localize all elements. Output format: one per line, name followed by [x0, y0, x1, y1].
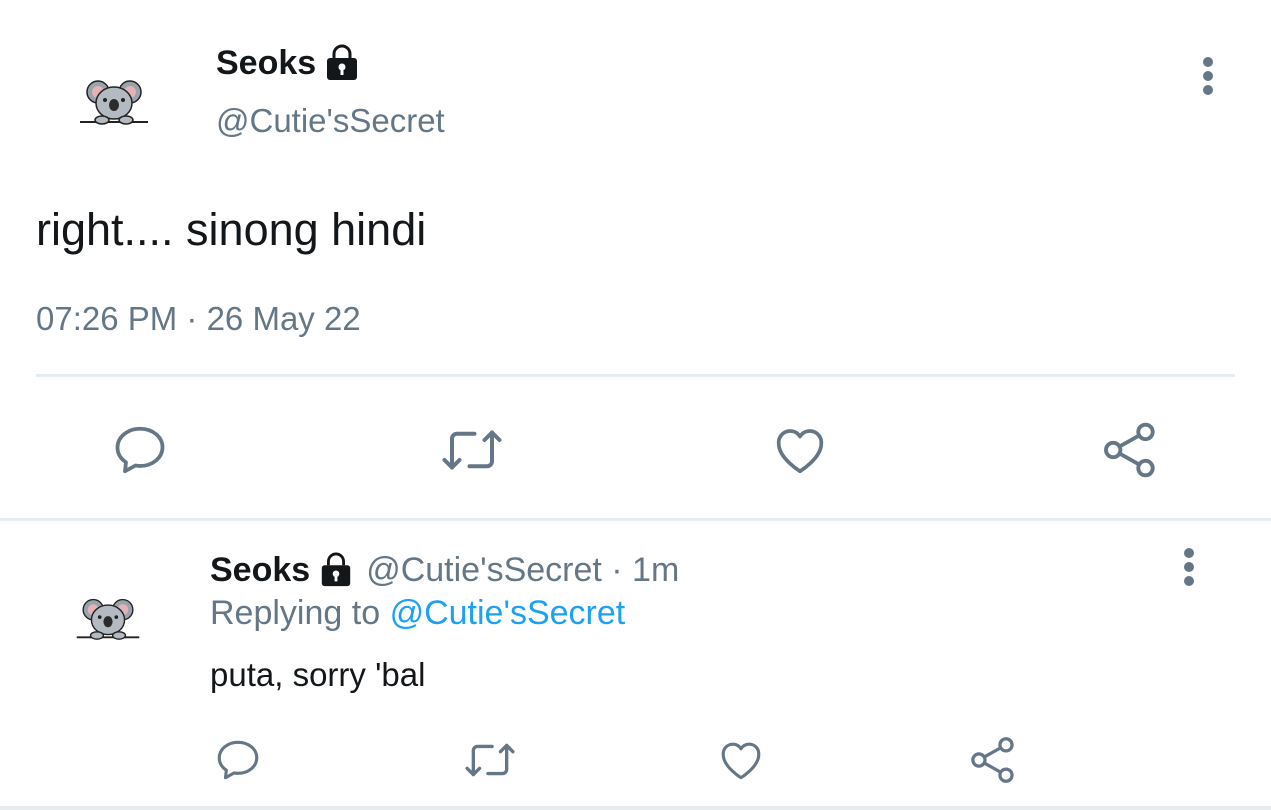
reply-button[interactable]	[108, 418, 172, 482]
share-button[interactable]	[1098, 418, 1162, 482]
heart-icon	[721, 742, 761, 780]
retweet-button[interactable]	[436, 418, 508, 482]
koala-avatar-icon[interactable]	[78, 76, 150, 126]
share-icon	[971, 737, 1014, 783]
reply-icon	[115, 426, 165, 474]
tweet-timestamp: 07:26 PM · 26 May 22	[36, 300, 361, 337]
lock-icon	[318, 552, 354, 588]
share-icon	[1104, 422, 1155, 478]
more-vertical-icon[interactable]	[1178, 548, 1200, 586]
tweet-text: right.... sinong hindi	[36, 204, 427, 255]
retweet-icon	[442, 430, 502, 470]
heart-icon	[776, 429, 824, 474]
share-button[interactable]	[966, 734, 1020, 786]
reply-display-name[interactable]: Seoks	[210, 551, 310, 590]
section-separator	[0, 518, 1271, 521]
replying-to-row: Replying to @Cutie'sSecret	[210, 594, 625, 633]
reply-button[interactable]	[212, 734, 264, 786]
divider	[36, 374, 1235, 377]
reply-text: puta, sorry 'bal	[210, 656, 426, 693]
author-name-row: Seoks	[216, 42, 360, 84]
reply-author-row: Seoks @Cutie'sSecret · 1m	[210, 548, 679, 592]
author-display-name[interactable]: Seoks	[216, 44, 316, 83]
koala-avatar-icon[interactable]	[72, 596, 144, 640]
bottom-separator	[0, 806, 1271, 810]
lock-icon	[324, 44, 360, 82]
retweet-icon	[465, 743, 515, 777]
reply-icon	[217, 740, 259, 780]
more-vertical-icon[interactable]	[1196, 57, 1220, 95]
like-button[interactable]	[768, 418, 832, 482]
reply-handle-time: @Cutie'sSecret · 1m	[366, 550, 680, 589]
replying-prefix: Replying to	[210, 594, 381, 632]
author-handle[interactable]: @Cutie'sSecret	[216, 102, 445, 140]
retweet-button[interactable]	[460, 734, 520, 786]
main-tweet: Seoks @Cutie'sSecret right.... sinong hi…	[0, 0, 1271, 520]
replying-to-link[interactable]: @Cutie'sSecret	[390, 594, 626, 632]
like-button[interactable]	[714, 734, 768, 786]
